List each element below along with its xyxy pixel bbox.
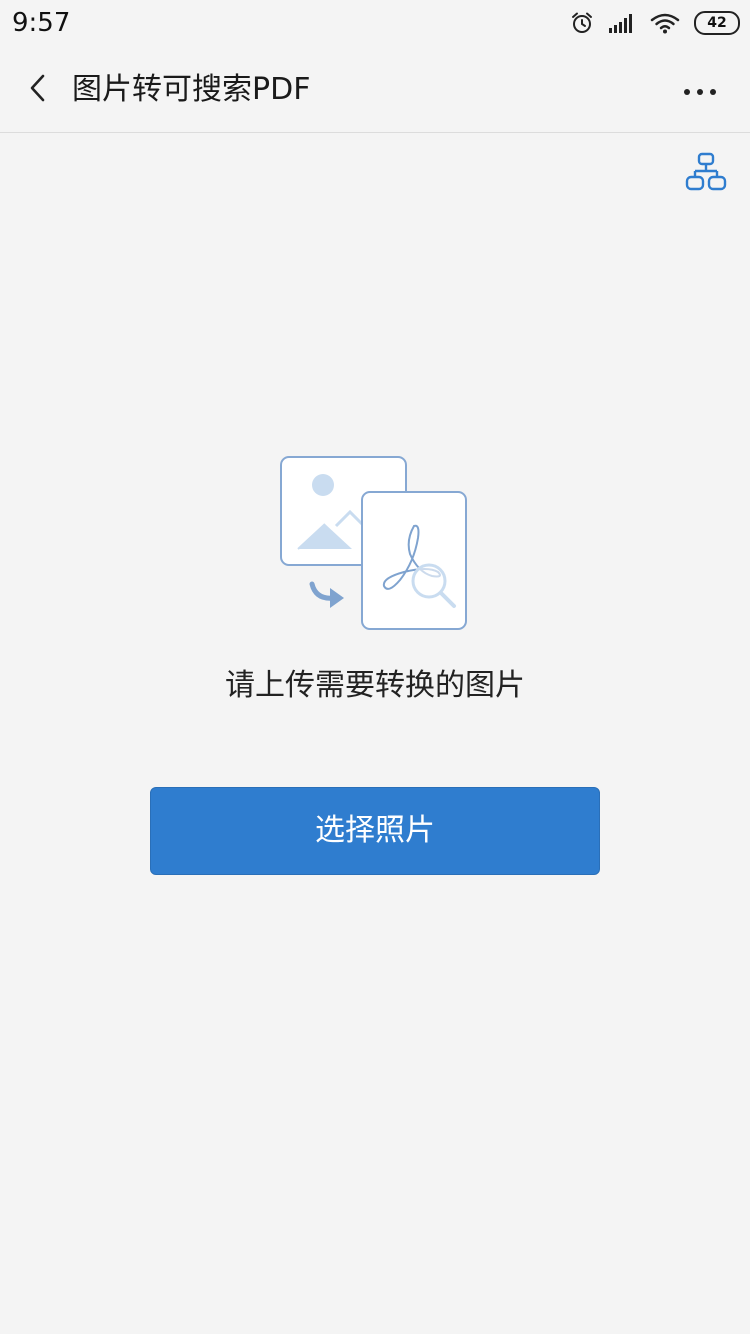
battery-level: 42: [694, 11, 740, 35]
image-to-pdf-illustration: [278, 454, 472, 634]
upload-prompt: 请上传需要转换的图片: [225, 668, 525, 703]
back-button[interactable]: [18, 70, 58, 110]
wifi-icon: [650, 12, 680, 34]
hierarchy-button[interactable]: [682, 152, 730, 196]
more-dots-icon: [683, 81, 717, 100]
status-time: 9:57: [12, 8, 71, 38]
battery-icon: 42: [694, 11, 740, 35]
hierarchy-icon: [685, 152, 727, 196]
status-icons: 42: [556, 8, 740, 38]
status-bar: 9:57 42: [0, 0, 750, 48]
alarm-icon: [570, 11, 594, 35]
select-photo-button[interactable]: 选择照片: [150, 787, 600, 875]
back-arrow-icon: [27, 73, 49, 107]
page-title: 图片转可搜索PDF: [72, 72, 311, 107]
more-button[interactable]: [680, 74, 720, 106]
signal-icon: [608, 12, 636, 34]
app-bar: 图片转可搜索PDF: [0, 48, 750, 133]
